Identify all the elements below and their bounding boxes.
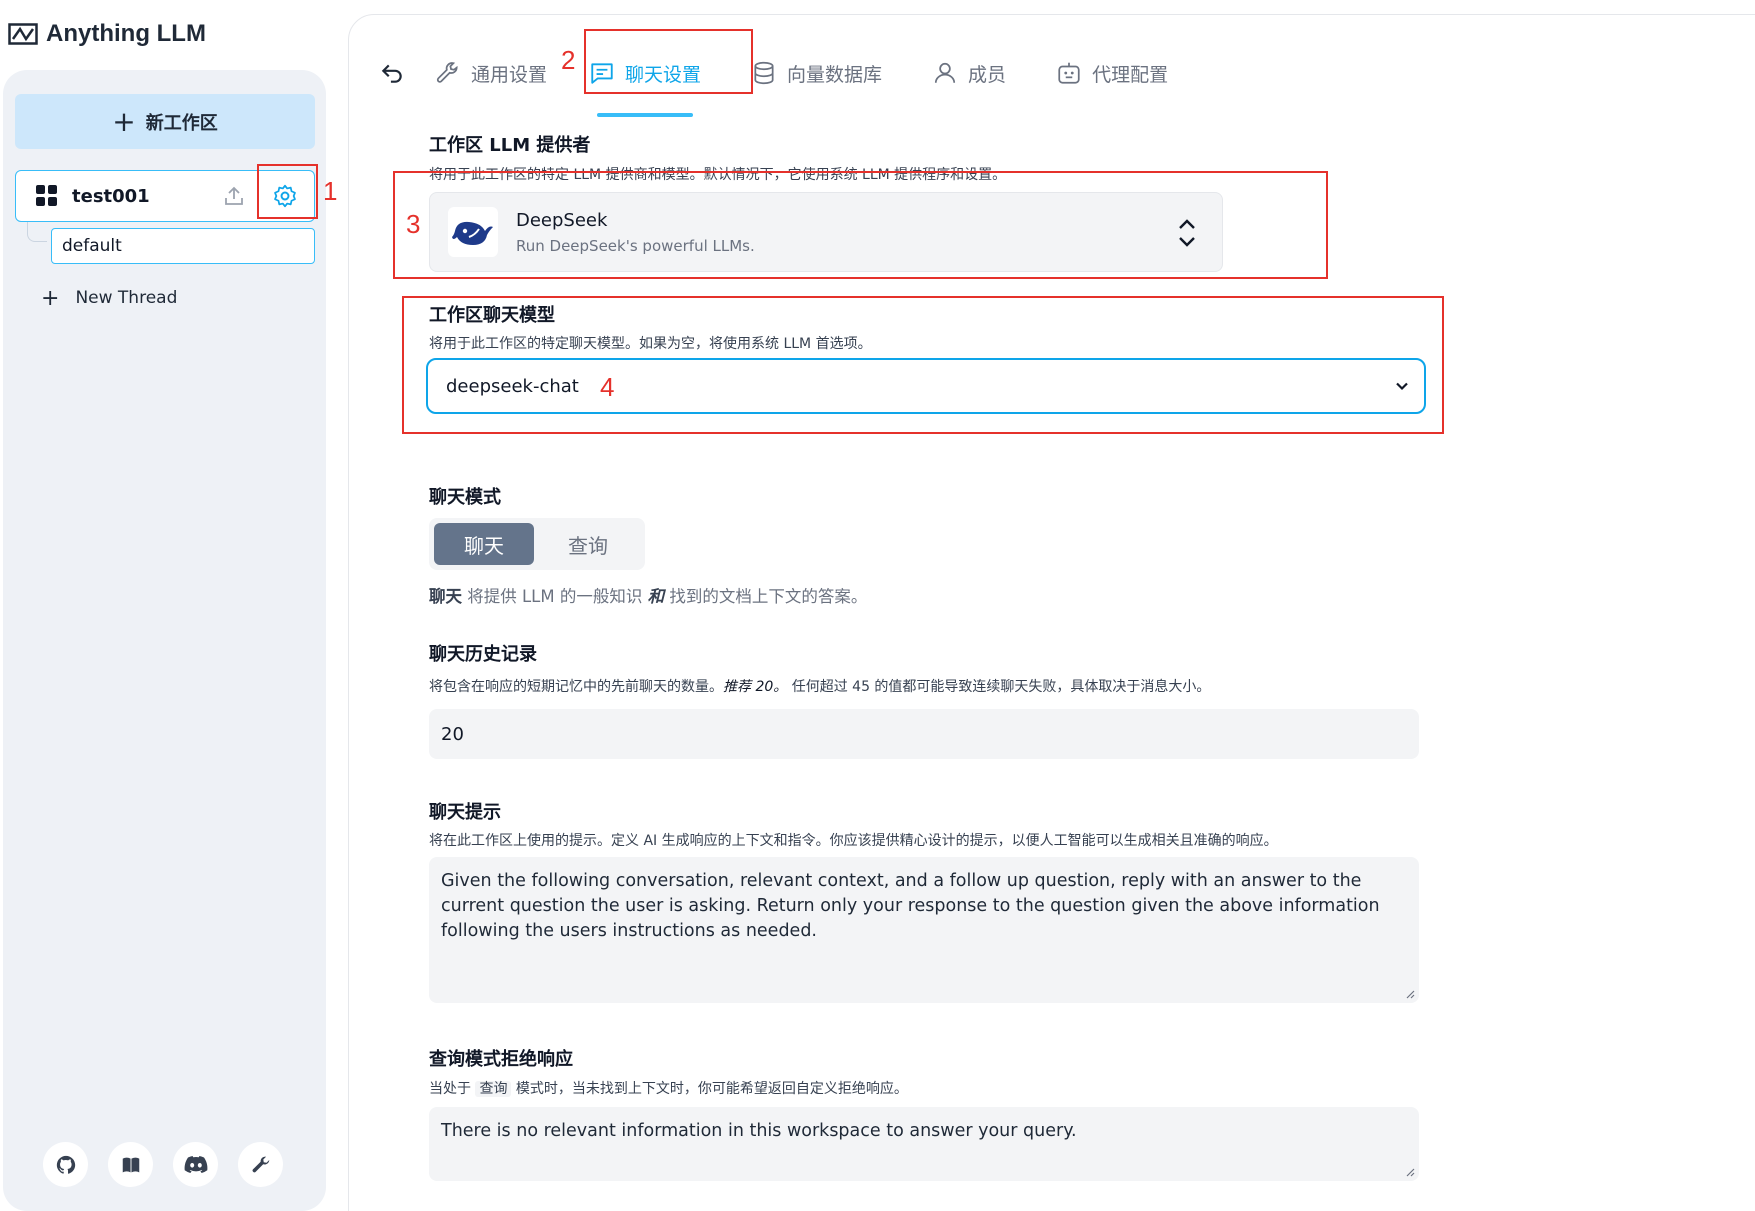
tab-vector-database[interactable]: 向量数据库 <box>747 43 886 103</box>
annotation-number-2: 2 <box>561 45 576 75</box>
chat-mode-chat-button[interactable]: 聊天 <box>434 523 534 565</box>
grid-icon <box>36 185 57 206</box>
query-refusal-value: There is no relevant information in this… <box>441 1121 1077 1141</box>
chat-history-desc-post: 任何超过 45 的值都可能导致连续聊天失败，具体取决于消息大小。 <box>787 679 1211 695</box>
tab-agent-config[interactable]: 代理配置 <box>1052 43 1172 103</box>
chat-mode-query-button[interactable]: 查询 <box>538 523 638 565</box>
chat-mode-help-italic: 和 <box>647 587 665 606</box>
query-refusal-desc-post: 模式时，当未找到上下文时，你可能希望返回自定义拒绝响应。 <box>515 1081 908 1097</box>
tab-general-settings[interactable]: 通用设置 <box>431 43 551 103</box>
annotation-number-4: 4 <box>600 372 615 402</box>
chat-prompt-value: Given the following conversation, releva… <box>441 871 1380 941</box>
sidebar: + 新工作区 test001 default + New Thread <box>3 70 326 1211</box>
annotation-number-3: 3 <box>406 209 421 239</box>
plus-icon: + <box>41 285 60 311</box>
chat-mode-toggle: 聊天 查询 <box>429 518 645 570</box>
wrench-icon[interactable] <box>238 1142 283 1187</box>
sidebar-footer <box>43 1142 283 1187</box>
thread-name: default <box>62 236 122 256</box>
discord-icon[interactable] <box>173 1142 218 1187</box>
annotation-box-1 <box>257 164 318 219</box>
robot-icon <box>1058 62 1080 84</box>
chat-prompt-textarea[interactable]: Given the following conversation, releva… <box>429 857 1419 1003</box>
app-logo: Anything LLM <box>8 18 206 50</box>
new-workspace-button[interactable]: + 新工作区 <box>15 94 315 149</box>
wrench-icon <box>436 62 458 83</box>
workspace-name: test001 <box>72 185 150 207</box>
query-refusal-desc-pre: 当处于 <box>429 1081 471 1097</box>
tab-label: 成员 <box>968 63 1007 86</box>
chat-mode-help-pre: 将提供 LLM 的一般知识 <box>462 587 648 606</box>
docs-book-icon[interactable] <box>108 1142 153 1187</box>
database-icon <box>754 61 774 85</box>
tab-label: 向量数据库 <box>787 63 883 86</box>
llm-provider-title: 工作区 LLM 提供者 <box>429 135 591 156</box>
annotation-box-4 <box>402 296 1444 434</box>
query-refusal-description: 当处于 查询 模式时，当未找到上下文时，你可能希望返回自定义拒绝响应。 <box>429 1078 908 1098</box>
upload-icon[interactable] <box>222 184 246 208</box>
new-workspace-label: 新工作区 <box>145 112 218 134</box>
chat-mode-help-bold: 聊天 <box>429 587 462 606</box>
app-title: Anything LLM <box>46 20 206 47</box>
sidebar-item-thread-default[interactable]: default <box>51 228 315 264</box>
chat-mode-title: 聊天模式 <box>429 487 501 508</box>
chat-history-desc-em: 推荐 20。 <box>723 679 788 695</box>
annotation-box-2 <box>584 29 753 94</box>
plus-icon: + <box>112 104 136 138</box>
github-icon[interactable] <box>43 1142 88 1187</box>
tab-label: 代理配置 <box>1092 63 1169 86</box>
query-refusal-title: 查询模式拒绝响应 <box>429 1049 573 1070</box>
chat-prompt-description: 将在此工作区上使用的提示。定义 AI 生成响应的上下文和指令。你应该提供精心设计… <box>429 833 1278 849</box>
tab-label: 通用设置 <box>471 63 548 86</box>
back-arrow-icon[interactable] <box>379 60 405 86</box>
thread-connector <box>27 222 47 242</box>
settings-tabs: 通用设置 聊天设置 向量数据库 成员 代理配置 <box>379 43 1172 117</box>
tab-members[interactable]: 成员 <box>928 43 1010 103</box>
query-refusal-desc-code: 查询 <box>475 1081 512 1097</box>
chat-history-input[interactable]: 20 <box>429 709 1419 759</box>
chat-mode-help-post: 找到的文档上下文的答案。 <box>664 587 868 606</box>
chat-mode-help: 聊天 将提供 LLM 的一般知识 和 找到的文档上下文的答案。 <box>429 583 867 607</box>
chat-history-desc-pre: 将包含在响应的短期记忆中的先前聊天的数量。 <box>429 679 723 695</box>
chat-history-description: 将包含在响应的短期记忆中的先前聊天的数量。推荐 20。 任何超过 45 的值都可… <box>429 676 1210 696</box>
chat-prompt-title: 聊天提示 <box>429 802 501 823</box>
user-icon <box>934 62 956 83</box>
resize-handle-icon[interactable] <box>1405 989 1415 999</box>
anything-llm-logo-icon <box>8 23 38 45</box>
query-refusal-textarea[interactable]: There is no relevant information in this… <box>429 1107 1419 1181</box>
new-thread-button[interactable]: + New Thread <box>41 284 177 312</box>
annotation-number-1: 1 <box>323 176 338 206</box>
annotation-box-3 <box>393 171 1328 279</box>
new-thread-label: New Thread <box>75 288 178 308</box>
resize-handle-icon[interactable] <box>1405 1167 1415 1177</box>
chat-history-title: 聊天历史记录 <box>429 644 537 665</box>
